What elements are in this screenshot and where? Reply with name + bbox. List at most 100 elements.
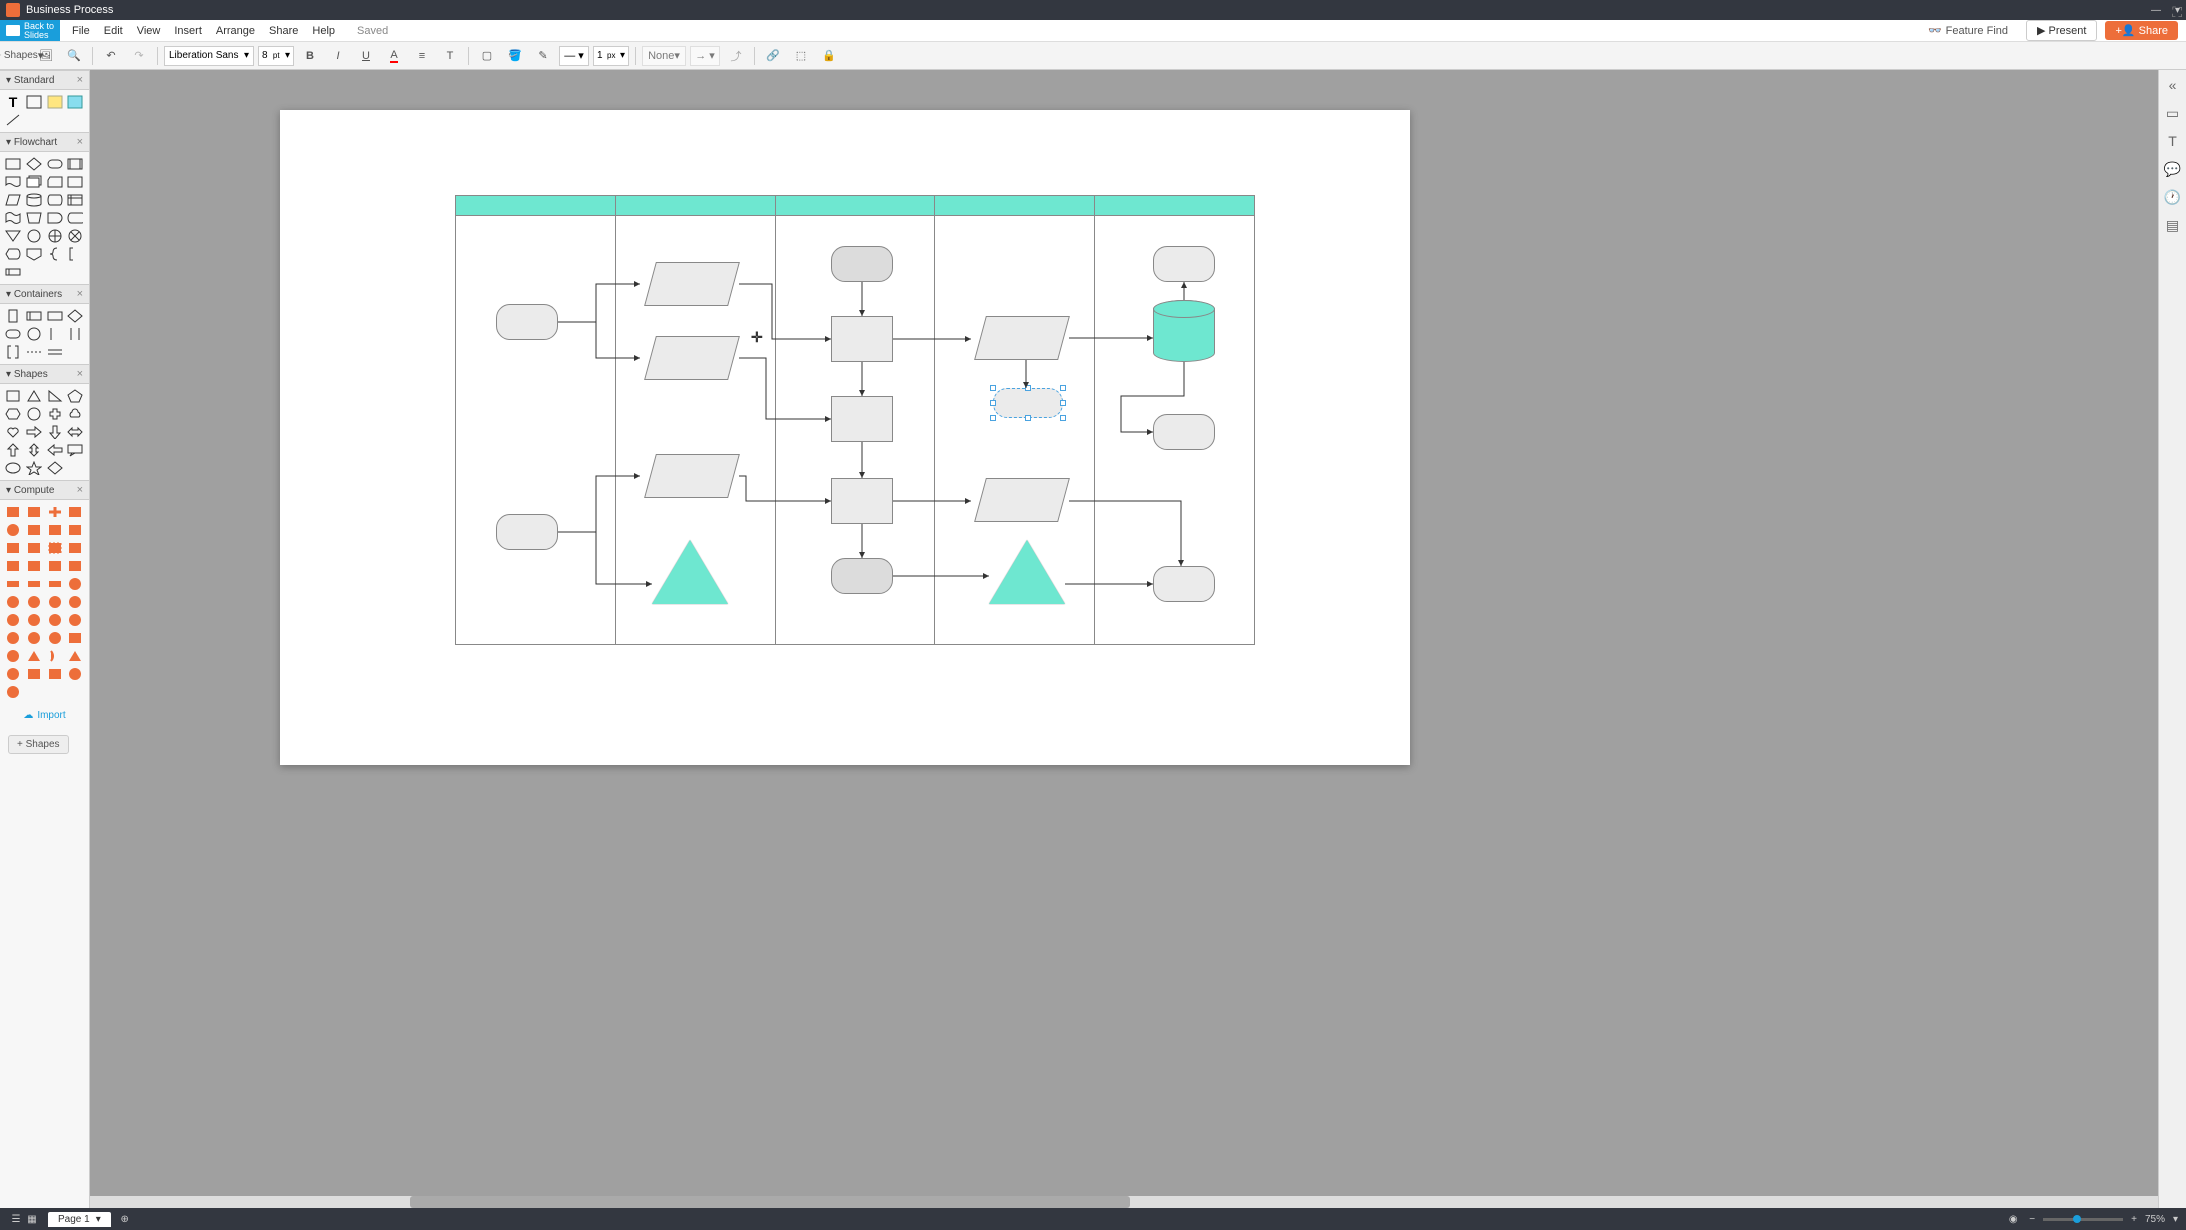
triangle-shape-2[interactable] xyxy=(989,540,1065,604)
section-flowchart-header[interactable]: ▾ Flowchart× xyxy=(0,132,89,152)
section-containers-header[interactable]: ▾ Containers× xyxy=(0,284,89,304)
document-shape[interactable] xyxy=(4,174,22,190)
page-icon[interactable]: ▭ xyxy=(2164,104,2182,122)
close-icon[interactable]: × xyxy=(77,368,83,380)
container-7[interactable] xyxy=(46,326,64,342)
compute-23[interactable] xyxy=(46,594,64,610)
redo-button[interactable]: ↷ xyxy=(127,45,151,67)
arrow-lr-shape[interactable] xyxy=(66,424,84,440)
compute-29[interactable] xyxy=(4,630,22,646)
compute-26[interactable] xyxy=(25,612,43,628)
cloud-shape[interactable] xyxy=(66,406,84,422)
square-shape[interactable] xyxy=(4,388,22,404)
menu-file[interactable]: File xyxy=(72,25,90,37)
comment-button[interactable]: ⬚ xyxy=(789,45,813,67)
diamond-shape[interactable] xyxy=(46,460,64,476)
horizontal-scrollbar[interactable] xyxy=(90,1196,2158,1208)
line-route-button[interactable]: ⤴ xyxy=(724,45,748,67)
heart-shape[interactable] xyxy=(4,424,22,440)
terminator-shape-3[interactable] xyxy=(831,246,893,282)
compute-25[interactable] xyxy=(4,612,22,628)
compute-24[interactable] xyxy=(66,594,84,610)
container-6[interactable] xyxy=(25,326,43,342)
line-color-button[interactable]: ✎ xyxy=(531,45,555,67)
swimlane-diagram[interactable] xyxy=(455,195,1255,645)
compute-5[interactable] xyxy=(4,522,22,538)
compute-35[interactable] xyxy=(46,648,64,664)
page-tab[interactable]: Page 1▾ xyxy=(48,1212,111,1227)
triangle-shape[interactable] xyxy=(25,388,43,404)
underline-button[interactable]: U xyxy=(354,45,378,67)
compute-1[interactable] xyxy=(4,504,22,520)
internal-shape[interactable] xyxy=(66,192,84,208)
star-shape[interactable] xyxy=(25,460,43,476)
process-shape-2[interactable] xyxy=(831,396,893,442)
zoom-out-button[interactable]: − xyxy=(2029,1214,2035,1225)
feature-find-button[interactable]: 👓 Feature Find xyxy=(1918,21,2018,40)
stored-shape[interactable] xyxy=(66,210,84,226)
pentagon-shape[interactable] xyxy=(66,388,84,404)
close-icon[interactable]: × xyxy=(77,484,83,496)
container-3[interactable] xyxy=(46,308,64,324)
compute-38[interactable] xyxy=(25,666,43,682)
compute-18[interactable] xyxy=(25,576,43,592)
link-button[interactable]: 🔗 xyxy=(761,45,785,67)
share-button[interactable]: +👤 Share xyxy=(2105,21,2178,40)
menu-edit[interactable]: Edit xyxy=(104,25,123,37)
history-icon[interactable]: 🕐 xyxy=(2164,188,2182,206)
container-10[interactable] xyxy=(25,344,43,360)
compute-30[interactable] xyxy=(25,630,43,646)
add-page-button[interactable]: ⊕ xyxy=(117,1211,133,1227)
triangle-shape-1[interactable] xyxy=(652,540,728,604)
arrow-u-shape[interactable] xyxy=(4,442,22,458)
arrow-l-shape[interactable] xyxy=(46,442,64,458)
process-shape[interactable] xyxy=(4,156,22,172)
close-icon[interactable]: × xyxy=(77,136,83,148)
compute-10[interactable] xyxy=(25,540,43,556)
compute-15[interactable] xyxy=(46,558,64,574)
multidoc-shape[interactable] xyxy=(25,174,43,190)
zoom-slider[interactable] xyxy=(2043,1218,2123,1221)
section-shapes-header[interactable]: ▾ Shapes× xyxy=(0,364,89,384)
section-compute-header[interactable]: ▾ Compute× xyxy=(0,480,89,500)
ellipse-shape[interactable] xyxy=(4,460,22,476)
presentation-icon[interactable]: ◉ xyxy=(2005,1211,2021,1227)
selected-terminator[interactable] xyxy=(993,388,1063,418)
container-4[interactable] xyxy=(66,308,84,324)
display-shape[interactable] xyxy=(4,246,22,262)
collapse-icon[interactable]: « xyxy=(2164,76,2182,94)
compute-19[interactable] xyxy=(46,576,64,592)
compute-13[interactable] xyxy=(4,558,22,574)
menu-arrange[interactable]: Arrange xyxy=(216,25,255,37)
directdata-shape[interactable] xyxy=(46,192,64,208)
italic-button[interactable]: I xyxy=(326,45,350,67)
compute-32[interactable] xyxy=(66,630,84,646)
predefined-shape[interactable] xyxy=(66,156,84,172)
compute-21[interactable] xyxy=(4,594,22,610)
rect-tool[interactable] xyxy=(25,94,43,110)
close-icon[interactable]: × xyxy=(77,74,83,86)
comment-panel-icon[interactable]: 💬 xyxy=(2164,160,2182,178)
compute-39[interactable] xyxy=(46,666,64,682)
line-style-select[interactable]: — ▾ xyxy=(559,46,589,66)
manual-shape[interactable] xyxy=(25,210,43,226)
lane-header-4[interactable] xyxy=(935,196,1095,216)
compute-3[interactable] xyxy=(46,504,64,520)
outline-view-icon[interactable]: ☰ xyxy=(8,1211,24,1227)
zoom-level[interactable]: 75% xyxy=(2145,1214,2165,1225)
container-11[interactable] xyxy=(46,344,64,360)
arrow-start-select[interactable]: None ▾ xyxy=(642,46,686,66)
card-shape[interactable] xyxy=(66,174,84,190)
minimize-icon[interactable]: — xyxy=(2151,5,2161,16)
terminator-shape-1[interactable] xyxy=(496,304,558,340)
section-standard-header[interactable]: ▾ Standard× xyxy=(0,70,89,90)
border-button[interactable]: ▢ xyxy=(475,45,499,67)
lane-1[interactable] xyxy=(456,216,616,644)
font-family-select[interactable]: Liberation Sans▾ xyxy=(164,46,254,66)
compute-16[interactable] xyxy=(66,558,84,574)
data-shape-5[interactable] xyxy=(974,478,1070,522)
note-tool[interactable] xyxy=(46,94,64,110)
grid-view-icon[interactable]: ▦ xyxy=(24,1211,40,1227)
scrollbar-thumb[interactable] xyxy=(410,1196,1130,1208)
or-shape[interactable] xyxy=(46,228,64,244)
